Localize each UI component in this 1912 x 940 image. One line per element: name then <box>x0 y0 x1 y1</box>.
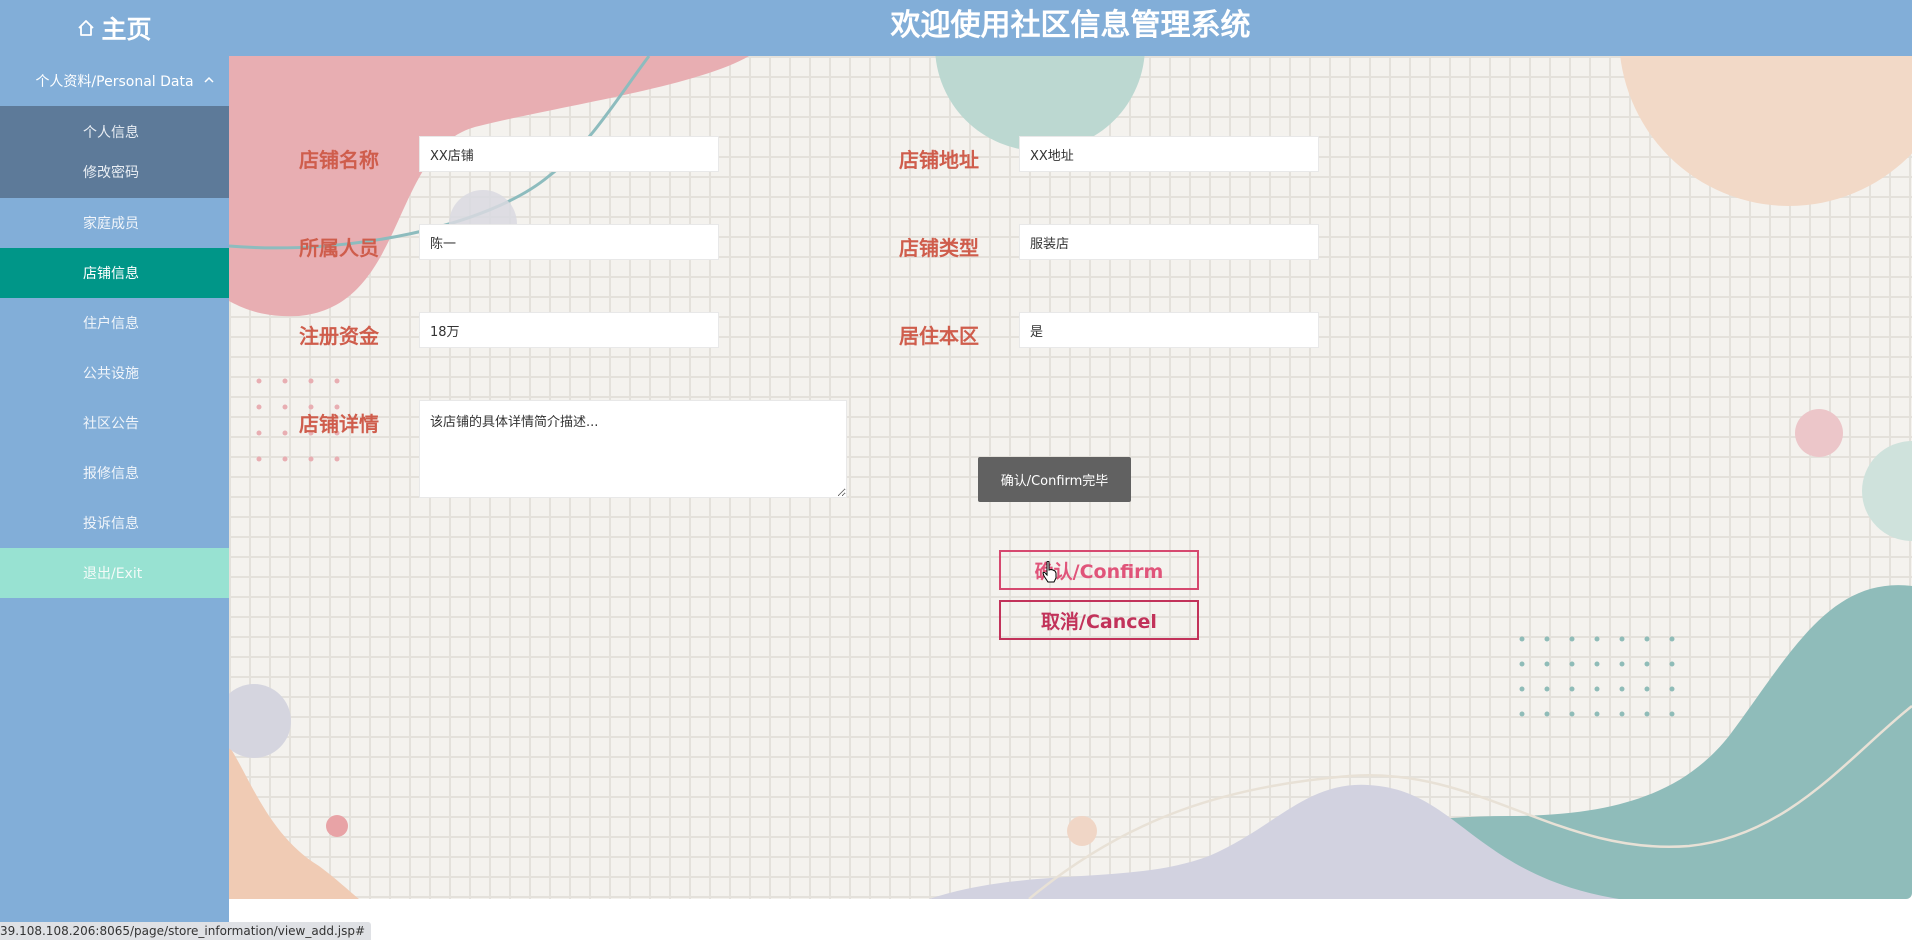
main-content: 店铺名称 店铺地址 所属人员 店铺类型 注册资金 居住本区 店铺详情 该店铺的具… <box>229 56 1912 899</box>
sidebar-submenu: 个人信息 修改密码 <box>0 106 229 198</box>
home-link[interactable]: 主页 <box>0 0 229 56</box>
store-type-input[interactable] <box>1019 224 1319 260</box>
sidebar: 个人资料/Personal Data 个人信息 修改密码 家庭成员 店铺信息 住… <box>0 56 229 940</box>
owner-input[interactable] <box>419 224 719 260</box>
resident-label: 居住本区 <box>899 324 979 348</box>
sidebar-item-public-facilities[interactable]: 公共设施 <box>0 348 229 398</box>
sidebar-item-exit[interactable]: 退出/Exit <box>0 548 229 598</box>
store-address-label: 店铺地址 <box>899 148 979 172</box>
owner-label: 所属人员 <box>299 236 379 260</box>
confirm-button[interactable]: 确认/Confirm <box>999 550 1199 590</box>
store-type-label: 店铺类型 <box>899 236 979 260</box>
sidebar-item-repair-info[interactable]: 报修信息 <box>0 448 229 498</box>
sidebar-item-change-password[interactable]: 修改密码 <box>0 152 229 192</box>
chevron-up-icon <box>203 74 215 90</box>
cancel-button[interactable]: 取消/Cancel <box>999 600 1199 640</box>
sidebar-item-resident-info[interactable]: 住户信息 <box>0 298 229 348</box>
sidebar-group-personal-data[interactable]: 个人资料/Personal Data <box>0 56 229 106</box>
sidebar-item-family-members[interactable]: 家庭成员 <box>0 198 229 248</box>
store-name-input[interactable] <box>419 136 719 172</box>
sidebar-group-label: 个人资料/Personal Data <box>35 74 194 90</box>
sidebar-item-personal-info[interactable]: 个人信息 <box>0 112 229 152</box>
status-url: 39.108.108.206:8065/page/store_informati… <box>0 922 372 940</box>
sidebar-item-complaint-info[interactable]: 投诉信息 <box>0 498 229 548</box>
details-label: 店铺详情 <box>299 412 379 436</box>
capital-label: 注册资金 <box>299 324 379 348</box>
top-bar: 主页 欢迎使用社区信息管理系统 <box>0 0 1912 56</box>
resident-input[interactable] <box>1019 312 1319 348</box>
confirm-tooltip: 确认/Confirm完毕 <box>978 457 1131 502</box>
store-name-label: 店铺名称 <box>299 148 379 172</box>
sidebar-item-store-info[interactable]: 店铺信息 <box>0 248 229 298</box>
page-title: 欢迎使用社区信息管理系统 <box>890 8 1251 43</box>
sidebar-item-community-notices[interactable]: 社区公告 <box>0 398 229 448</box>
pointer-cursor-icon <box>1042 560 1058 587</box>
details-textarea[interactable]: 该店铺的具体详情简介描述... <box>419 400 847 498</box>
store-address-input[interactable] <box>1019 136 1319 172</box>
capital-input[interactable] <box>419 312 719 348</box>
home-icon <box>77 19 95 37</box>
home-label: 主页 <box>101 15 152 44</box>
